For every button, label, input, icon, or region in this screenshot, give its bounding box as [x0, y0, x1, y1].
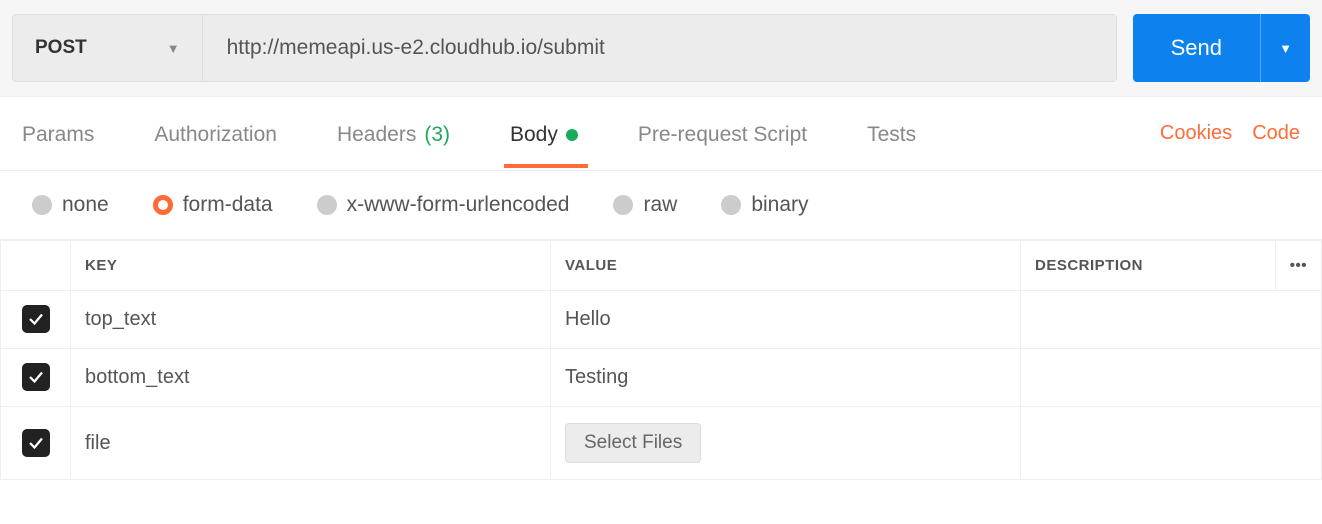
radio-icon	[317, 195, 337, 215]
radio-icon	[613, 195, 633, 215]
tab-body[interactable]: Body	[510, 101, 578, 167]
body-type-form-data[interactable]: form-data	[153, 193, 273, 217]
tab-params[interactable]: Params	[22, 101, 94, 167]
col-header-checkbox	[1, 241, 71, 291]
row-key-cell[interactable]: file	[71, 407, 551, 480]
chevron-down-icon: ▼	[1279, 41, 1292, 56]
table-row: bottom_textTesting	[1, 349, 1322, 407]
row-description-cell[interactable]	[1021, 291, 1322, 349]
code-link[interactable]: Code	[1252, 122, 1300, 145]
tab-prerequest[interactable]: Pre-request Script	[638, 101, 807, 167]
http-method-select[interactable]: POST ▼	[13, 15, 203, 81]
table-header-row: KEY VALUE DESCRIPTION •••	[1, 241, 1322, 291]
body-type-binary[interactable]: binary	[721, 193, 808, 217]
row-value-cell[interactable]: Hello	[551, 291, 1021, 349]
row-checkbox[interactable]	[22, 305, 50, 333]
col-header-more[interactable]: •••	[1275, 241, 1321, 291]
cookies-link[interactable]: Cookies	[1160, 122, 1232, 145]
request-tabs: Params Authorization Headers (3) Body Pr…	[22, 101, 1160, 167]
row-checkbox[interactable]	[22, 363, 50, 391]
tab-authorization[interactable]: Authorization	[154, 101, 277, 167]
col-header-description: DESCRIPTION	[1021, 241, 1276, 291]
radio-icon	[153, 195, 173, 215]
row-checkbox-cell	[1, 407, 71, 480]
radio-label: raw	[643, 193, 677, 217]
table-row: top_textHello	[1, 291, 1322, 349]
body-type-urlencoded[interactable]: x-www-form-urlencoded	[317, 193, 570, 217]
tab-label: Authorization	[154, 123, 277, 147]
body-type-raw[interactable]: raw	[613, 193, 677, 217]
select-files-button[interactable]: Select Files	[565, 423, 701, 463]
status-dot-icon	[566, 129, 578, 141]
row-value-cell[interactable]: Testing	[551, 349, 1021, 407]
right-links: Cookies Code	[1160, 122, 1300, 145]
radio-label: x-www-form-urlencoded	[347, 193, 570, 217]
table-row: file Select Files	[1, 407, 1322, 480]
send-button[interactable]: Send	[1133, 14, 1260, 82]
request-tabs-row: Params Authorization Headers (3) Body Pr…	[0, 97, 1322, 171]
radio-label: binary	[751, 193, 808, 217]
row-description-cell[interactable]	[1021, 407, 1322, 480]
radio-label: form-data	[183, 193, 273, 217]
row-key-cell[interactable]: top_text	[71, 291, 551, 349]
radio-icon	[721, 195, 741, 215]
method-url-group: POST ▼	[12, 14, 1117, 82]
tab-headers[interactable]: Headers (3)	[337, 101, 450, 167]
http-method-value: POST	[35, 37, 87, 59]
row-checkbox-cell	[1, 349, 71, 407]
send-dropdown-button[interactable]: ▼	[1260, 14, 1310, 82]
row-checkbox-cell	[1, 291, 71, 349]
tab-label: Params	[22, 123, 94, 147]
url-input[interactable]	[203, 15, 1116, 81]
row-key-cell[interactable]: bottom_text	[71, 349, 551, 407]
tab-label: Pre-request Script	[638, 123, 807, 147]
send-button-group: Send ▼	[1133, 14, 1310, 82]
tab-tests[interactable]: Tests	[867, 101, 916, 167]
request-bar: POST ▼ Send ▼	[0, 0, 1322, 97]
chevron-down-icon: ▼	[167, 41, 180, 56]
col-header-key: KEY	[71, 241, 551, 291]
body-type-selector: none form-data x-www-form-urlencoded raw…	[0, 171, 1322, 240]
col-header-value: VALUE	[551, 241, 1021, 291]
radio-label: none	[62, 193, 109, 217]
row-checkbox[interactable]	[22, 429, 50, 457]
tab-headers-count: (3)	[424, 123, 450, 147]
body-type-none[interactable]: none	[32, 193, 109, 217]
tab-label: Headers	[337, 123, 416, 147]
tab-label: Body	[510, 123, 558, 147]
row-description-cell[interactable]	[1021, 349, 1322, 407]
tab-label: Tests	[867, 123, 916, 147]
row-value-cell[interactable]: Select Files	[551, 407, 1021, 480]
radio-icon	[32, 195, 52, 215]
form-data-table: KEY VALUE DESCRIPTION ••• top_textHellob…	[0, 240, 1322, 480]
